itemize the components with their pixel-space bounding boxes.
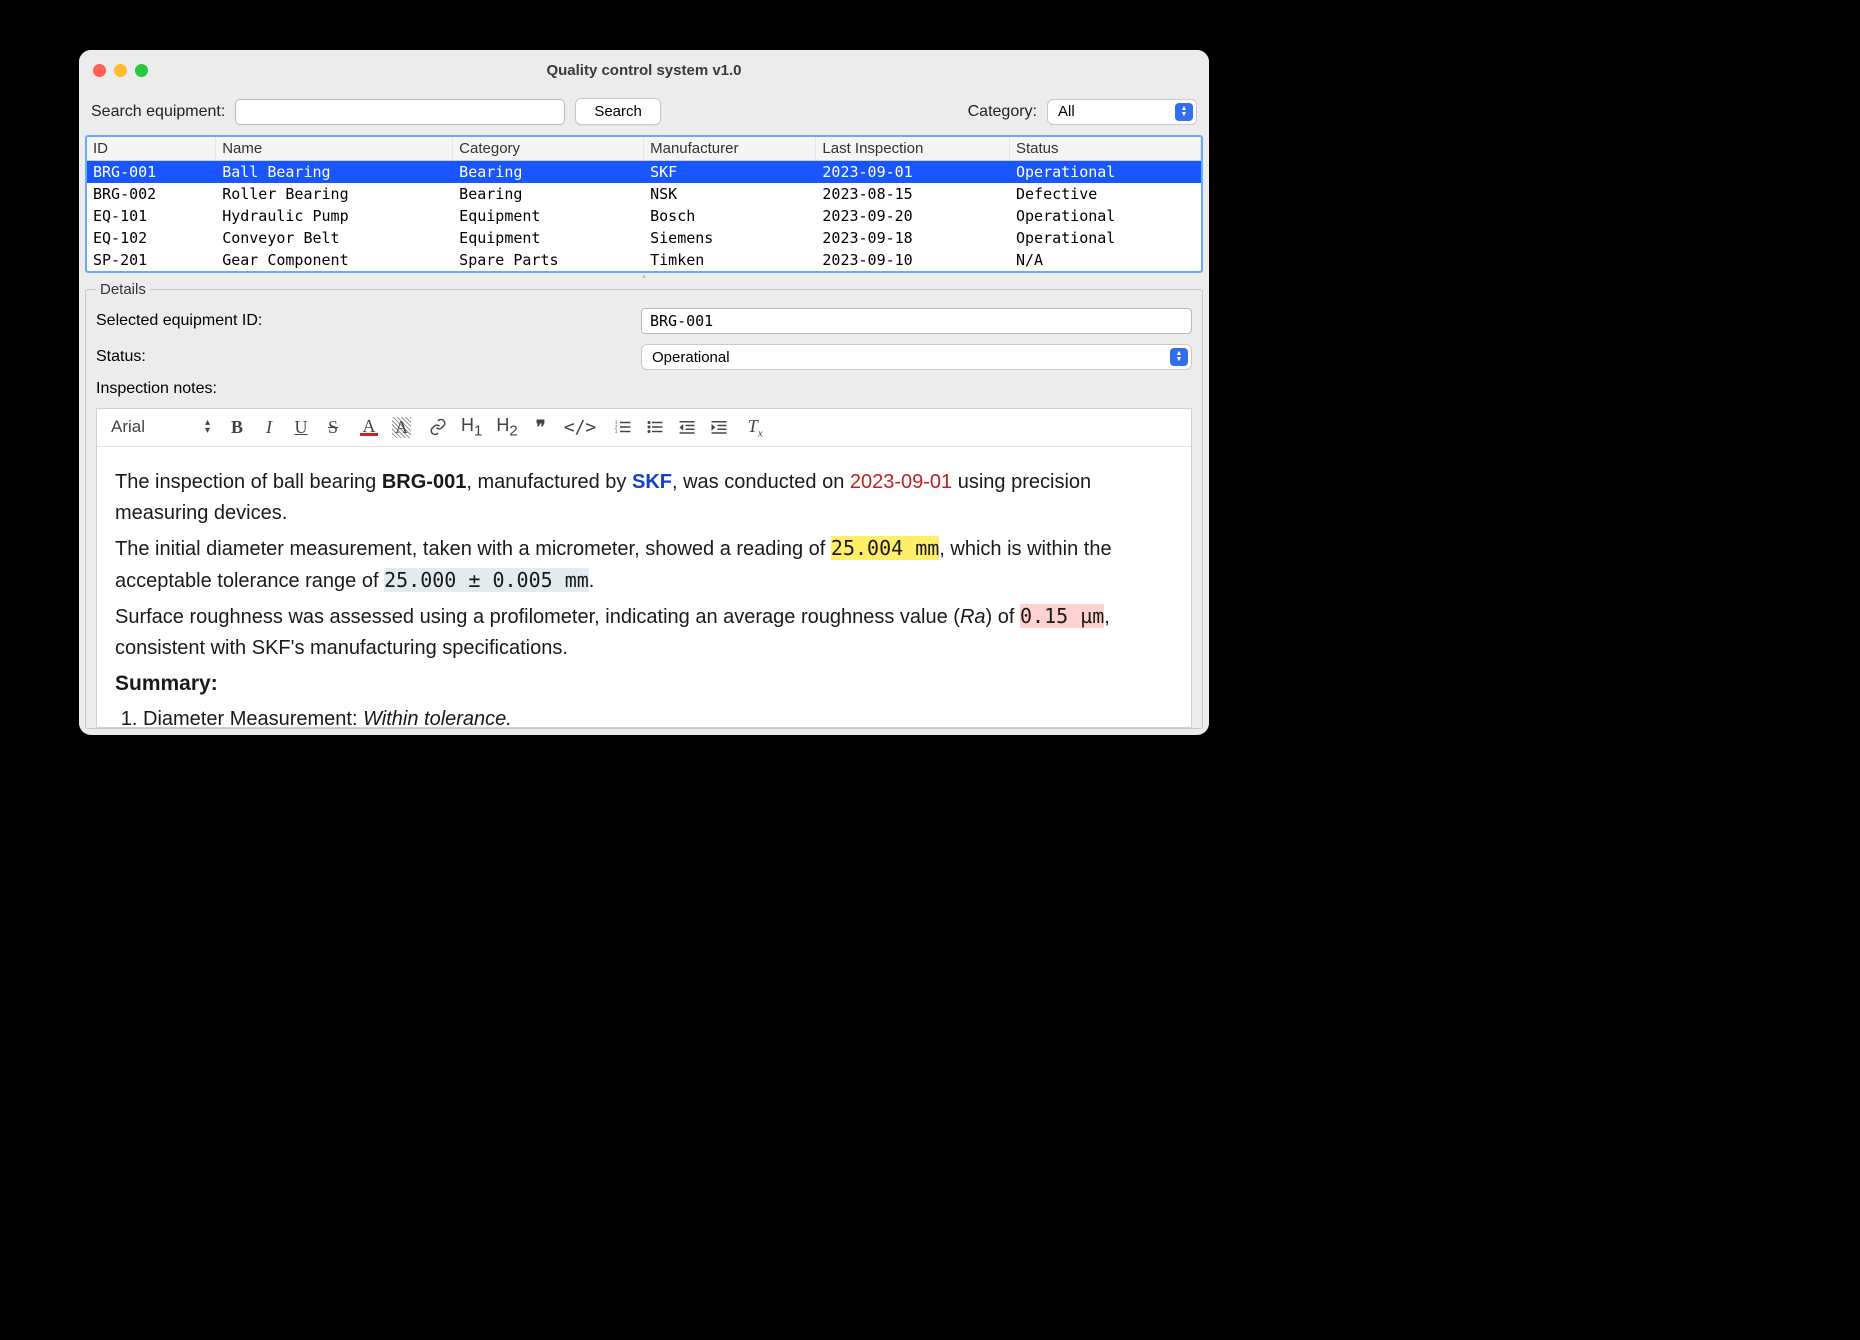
pane-resizer[interactable] <box>79 273 1209 281</box>
window-controls <box>79 64 148 77</box>
window-title: Quality control system v1.0 <box>79 62 1209 79</box>
selected-id-label: Selected equipment ID: <box>96 312 641 330</box>
font-select[interactable]: Arial ▴▾ <box>111 417 210 437</box>
col-id[interactable]: ID <box>87 137 216 161</box>
close-icon[interactable] <box>93 64 106 77</box>
table-row[interactable]: BRG-002Roller BearingBearingNSK2023-08-1… <box>87 183 1201 205</box>
underline-button[interactable]: U <box>292 417 310 438</box>
outdent-button[interactable] <box>678 418 696 436</box>
search-input[interactable] <box>235 99 565 125</box>
unordered-list-button[interactable] <box>646 418 664 436</box>
svg-text:3: 3 <box>615 429 618 435</box>
status-label: Status: <box>96 348 641 366</box>
zoom-icon[interactable] <box>135 64 148 77</box>
chevron-up-down-icon: ▲▼ <box>1170 348 1188 366</box>
text-color-button[interactable]: A <box>360 419 378 436</box>
selected-id-field[interactable] <box>641 308 1192 334</box>
table-row[interactable]: EQ-102Conveyor BeltEquipmentSiemens2023-… <box>87 227 1201 249</box>
notes-label: Inspection notes: <box>96 380 641 398</box>
search-button[interactable]: Search <box>575 98 661 125</box>
status-select[interactable]: Operational ▲▼ <box>641 344 1192 370</box>
indent-button[interactable] <box>710 418 728 436</box>
search-label: Search equipment: <box>91 103 225 121</box>
minimize-icon[interactable] <box>114 64 127 77</box>
chevron-up-down-icon: ▲▼ <box>1175 103 1193 121</box>
details-legend: Details <box>96 281 150 298</box>
ordered-list-button[interactable]: 123 <box>614 418 632 436</box>
titlebar: Quality control system v1.0 <box>79 50 1209 90</box>
col-last-inspection[interactable]: Last Inspection <box>816 137 1010 161</box>
highlight-color-button[interactable]: A <box>392 417 411 438</box>
table-row[interactable]: BRG-001Ball BearingBearingSKF2023-09-01O… <box>87 161 1201 184</box>
code-button[interactable]: </> <box>564 417 597 438</box>
col-manufacturer[interactable]: Manufacturer <box>644 137 816 161</box>
table-row[interactable]: EQ-101Hydraulic PumpEquipmentBosch2023-0… <box>87 205 1201 227</box>
col-category[interactable]: Category <box>453 137 644 161</box>
category-select[interactable]: All ▲▼ <box>1047 99 1197 125</box>
details-panel: Details Selected equipment ID: Status: O… <box>85 281 1203 729</box>
app-window: Quality control system v1.0 Search equip… <box>79 50 1209 735</box>
category-label: Category: <box>968 103 1037 121</box>
editor-toolbar: Arial ▴▾ B I U S A A H1 <box>97 409 1191 447</box>
status-selected-value: Operational <box>652 349 730 366</box>
heading1-button[interactable]: H1 <box>461 415 482 440</box>
table-header-row: ID Name Category Manufacturer Last Inspe… <box>87 137 1201 161</box>
editor-content[interactable]: The inspection of ball bearing BRG-001, … <box>97 447 1191 727</box>
rich-text-editor: Arial ▴▾ B I U S A A H1 <box>96 408 1192 728</box>
summary-item: Diameter Measurement: Within tolerance. <box>143 704 1173 726</box>
category-selected-value: All <box>1058 103 1075 120</box>
equipment-table: ID Name Category Manufacturer Last Inspe… <box>85 135 1203 273</box>
italic-button[interactable]: I <box>260 417 278 438</box>
clear-format-button[interactable]: Tx <box>746 416 764 440</box>
col-status[interactable]: Status <box>1010 137 1201 161</box>
search-toolbar: Search equipment: Search Category: All ▲… <box>79 90 1209 135</box>
blockquote-button[interactable]: ❞ <box>532 417 550 438</box>
col-name[interactable]: Name <box>216 137 453 161</box>
table-row[interactable]: SP-201Gear ComponentSpare PartsTimken202… <box>87 249 1201 271</box>
chevron-up-down-icon: ▴▾ <box>205 419 210 435</box>
link-button[interactable] <box>429 418 447 436</box>
bold-button[interactable]: B <box>228 417 246 438</box>
strikethrough-button[interactable]: S <box>324 417 342 438</box>
heading2-button[interactable]: H2 <box>496 415 517 440</box>
